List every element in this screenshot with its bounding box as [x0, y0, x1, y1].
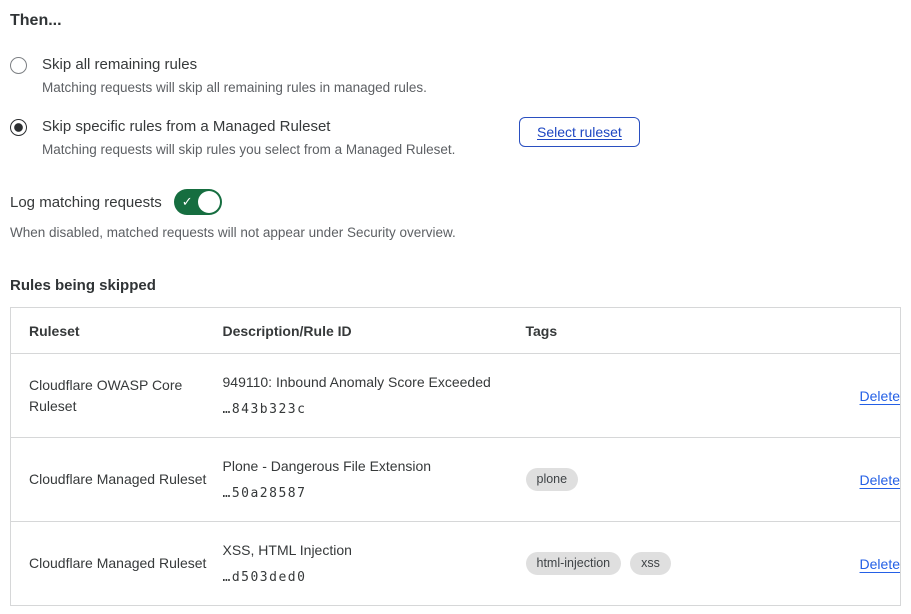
rule-description: Plone - Dangerous File Extension: [223, 458, 526, 475]
log-matching-requests-toggle[interactable]: ✓: [174, 189, 222, 215]
delete-link[interactable]: Delete: [860, 388, 900, 404]
skip-specific-rules-description: Matching requests will skip rules you se…: [42, 141, 455, 158]
rule-id: …50a28587: [223, 486, 526, 501]
actions-cell: Delete: [791, 438, 901, 522]
table-row: Cloudflare OWASP Core Ruleset 949110: In…: [11, 354, 901, 438]
log-matching-requests-description: When disabled, matched requests will not…: [10, 225, 900, 240]
skip-all-remaining-rules-label[interactable]: Skip all remaining rules: [42, 55, 427, 74]
description-cell: XSS, HTML Injection …d503ded0: [223, 522, 526, 606]
column-header-tags: Tags: [526, 308, 791, 354]
description-cell: Plone - Dangerous File Extension …50a285…: [223, 438, 526, 522]
skip-all-remaining-rules-description: Matching requests will skip all remainin…: [42, 79, 427, 96]
check-icon: ✓: [182, 195, 193, 208]
option-skip-specific-rules: Skip specific rules from a Managed Rules…: [10, 117, 900, 158]
then-heading: Then...: [10, 12, 900, 30]
tags-cell: plone: [526, 438, 791, 522]
select-ruleset-button[interactable]: Select ruleset: [519, 117, 640, 147]
rule-id: …d503ded0: [223, 570, 526, 585]
option-text: Skip all remaining rules Matching reques…: [42, 55, 427, 96]
tags-cell: html-injection xss: [526, 522, 791, 606]
tags-cell: [526, 354, 791, 438]
rules-being-skipped-table: Ruleset Description/Rule ID Tags Cloudfl…: [10, 307, 901, 606]
ruleset-cell: Cloudflare OWASP Core Ruleset: [11, 354, 223, 438]
option-text: Skip specific rules from a Managed Rules…: [42, 117, 455, 158]
skip-specific-rules-label[interactable]: Skip specific rules from a Managed Rules…: [42, 117, 455, 136]
tag-pill: html-injection: [526, 552, 622, 575]
rule-id: …843b323c: [223, 402, 526, 417]
option-skip-all-remaining-rules: Skip all remaining rules Matching reques…: [10, 55, 900, 96]
rules-being-skipped-heading: Rules being skipped: [10, 277, 900, 294]
column-header-actions: [791, 308, 901, 354]
ruleset-cell: Cloudflare Managed Ruleset: [11, 438, 223, 522]
description-cell: 949110: Inbound Anomaly Score Exceeded ……: [223, 354, 526, 438]
column-header-ruleset: Ruleset: [11, 308, 223, 354]
log-matching-requests-row: Log matching requests ✓: [10, 189, 900, 215]
skip-rule-action-form: Then... Skip all remaining rules Matchin…: [10, 12, 900, 606]
delete-link[interactable]: Delete: [860, 556, 900, 572]
table-header-row: Ruleset Description/Rule ID Tags: [11, 308, 901, 354]
skip-specific-rules-radio[interactable]: [10, 119, 27, 136]
skip-all-remaining-rules-radio[interactable]: [10, 57, 27, 74]
table-row: Cloudflare Managed Ruleset XSS, HTML Inj…: [11, 522, 901, 606]
table-row: Cloudflare Managed Ruleset Plone - Dange…: [11, 438, 901, 522]
rule-description: 949110: Inbound Anomaly Score Exceeded: [223, 374, 526, 391]
log-matching-requests-label: Log matching requests: [10, 194, 162, 211]
delete-link[interactable]: Delete: [860, 472, 900, 488]
actions-cell: Delete: [791, 522, 901, 606]
tag-pill: xss: [630, 552, 671, 575]
rule-description: XSS, HTML Injection: [223, 542, 526, 559]
ruleset-cell: Cloudflare Managed Ruleset: [11, 522, 223, 606]
toggle-knob: [198, 191, 220, 213]
actions-cell: Delete: [791, 354, 901, 438]
tag-pill: plone: [526, 468, 579, 491]
column-header-description-rule-id: Description/Rule ID: [223, 308, 526, 354]
